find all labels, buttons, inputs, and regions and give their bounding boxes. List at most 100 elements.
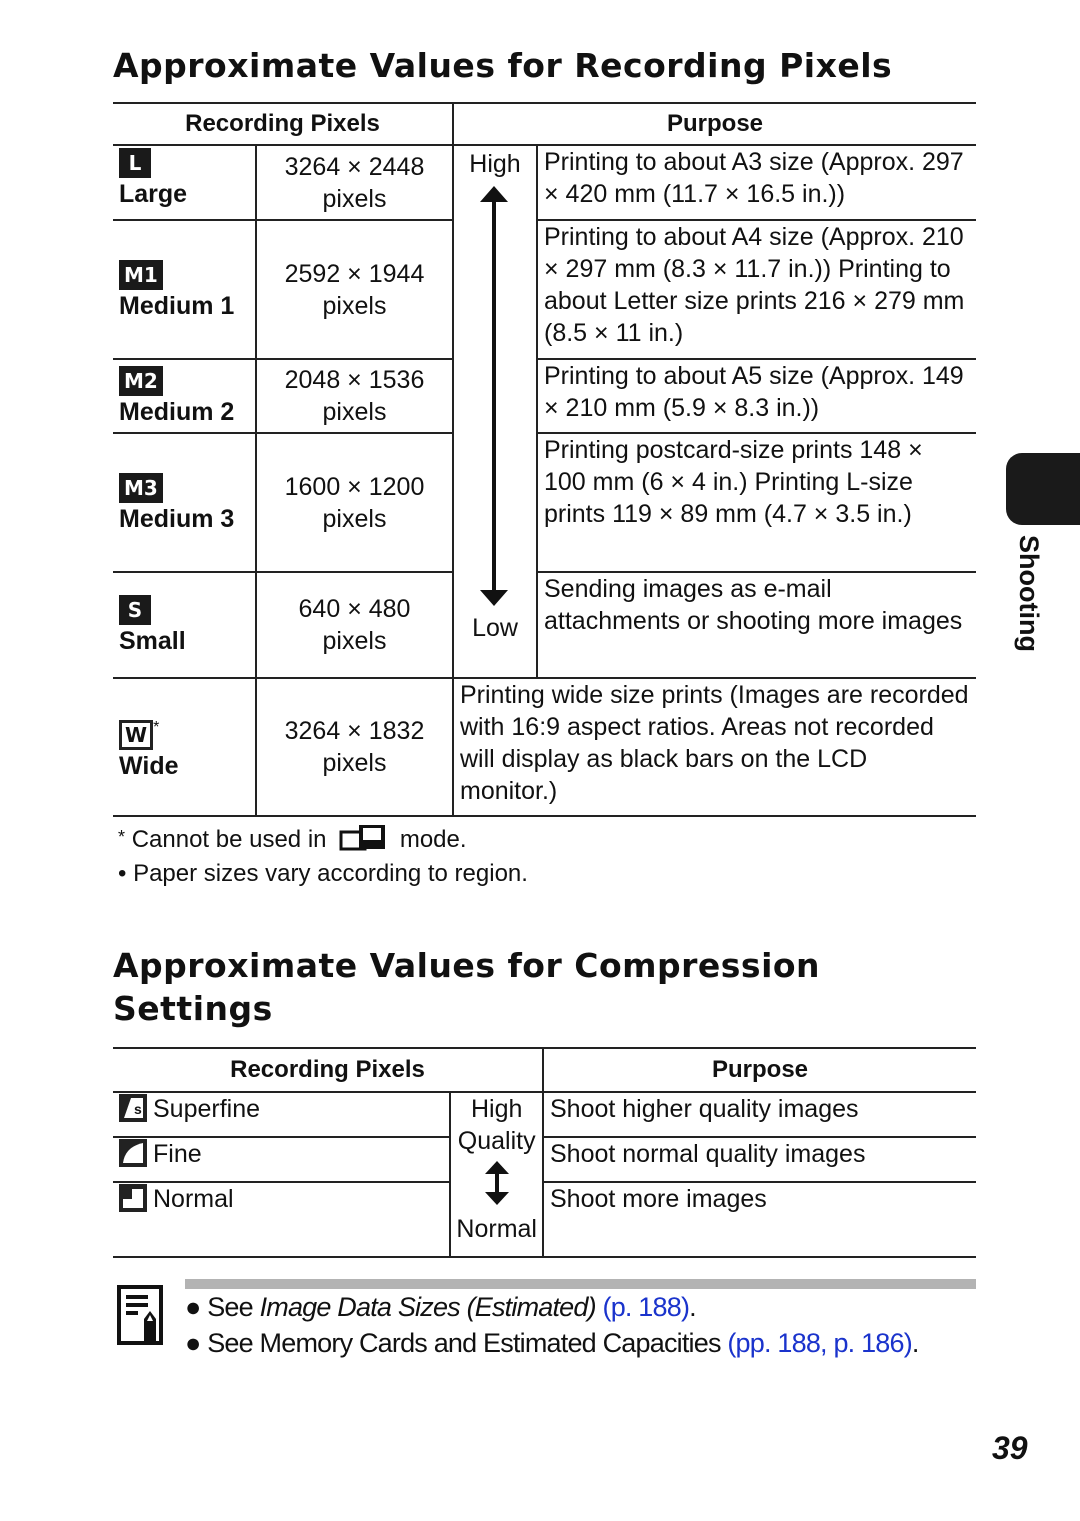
- pixel-unit: pixels: [322, 398, 387, 426]
- medium2-mode-icon: M2: [119, 366, 163, 396]
- compression-cell: s Superfine: [113, 1091, 452, 1138]
- fine-icon: [119, 1139, 147, 1167]
- memo-note-icon: [117, 1285, 163, 1345]
- up-down-arrow-icon: [484, 1161, 509, 1205]
- header-recording-pixels: Recording Pixels: [113, 1047, 544, 1093]
- medium3-mode-icon: M3: [119, 472, 163, 503]
- footnote-cannot-use: * Cannot be used in mode.: [118, 820, 528, 857]
- scale-high-label: High: [470, 1095, 523, 1123]
- pixel-unit: pixels: [322, 504, 387, 533]
- asterisk: *: [153, 719, 160, 737]
- section-title-compression: Approximate Values for Compression Setti…: [113, 946, 821, 1028]
- small-mode-icon: S: [119, 595, 151, 625]
- purpose-cell: Printing to about A3 size (Approx. 297 ×…: [536, 144, 976, 221]
- table-row: M3 Medium 3 1600 × 1200 pixels Printing po…: [113, 432, 976, 573]
- mode-cell: S Small: [113, 571, 257, 679]
- pixel-size: 3264 × 2448: [284, 152, 425, 181]
- mode-cell: W * Wide: [113, 677, 257, 817]
- quality-scale-cell: High Quality Normal: [449, 1091, 544, 1258]
- mode-name: Wide: [119, 751, 179, 780]
- footnote-text: Paper sizes vary according to region.: [133, 860, 528, 887]
- purpose-cell: Shoot higher quality images: [542, 1091, 976, 1138]
- mode-cell: L Large: [113, 144, 257, 221]
- table-row: M1 Medium 1 2592 × 1944 pixels Printing to…: [113, 219, 976, 360]
- link-page-186[interactable]: p. 186): [833, 1328, 912, 1358]
- pixel-unit: pixels: [322, 749, 387, 777]
- memo-text: See: [207, 1292, 260, 1322]
- mode-name: Small: [119, 627, 186, 655]
- purpose-cell: Printing postcard-size prints 148 × 100 …: [536, 432, 976, 573]
- mode-name: Large: [119, 180, 188, 208]
- wide-mode-icon: W: [119, 719, 154, 750]
- purpose-cell: Printing to about A4 size (Approx. 210 ×…: [536, 219, 976, 360]
- mode-cell: M1 Medium 1: [113, 219, 257, 360]
- memo-line-1: ● See Image Data Sizes (Estimated) (p. 1…: [185, 1292, 697, 1322]
- chapter-tab-label: Shooting: [1014, 535, 1044, 652]
- asterisk: *: [118, 827, 126, 847]
- compression-name: Normal: [153, 1185, 234, 1213]
- footnote-paper-sizes: • Paper sizes vary according to region.: [118, 857, 528, 891]
- pixel-unit: pixels: [322, 627, 387, 655]
- purpose-cell: Shoot normal quality images: [542, 1136, 976, 1183]
- footnote-text: Cannot be used in: [131, 826, 327, 853]
- pixel-size: 2048 × 1536: [284, 366, 425, 394]
- header-purpose: Purpose: [452, 102, 976, 146]
- scale-low-label: Low: [472, 614, 518, 642]
- superfine-icon: s: [119, 1094, 147, 1122]
- table-header-row: Recording Pixels Purpose: [113, 102, 976, 146]
- header-recording-pixels: Recording Pixels: [113, 102, 454, 146]
- stitch-assist-mode-icon: [339, 825, 386, 851]
- table-header-row: Recording Pixels Purpose: [113, 1047, 976, 1093]
- purpose-cell: Sending images as e-mail attachments or …: [536, 571, 976, 679]
- normal-icon: [119, 1184, 147, 1212]
- pixels-cell: 640 × 480 pixels: [255, 571, 454, 679]
- recording-pixels-table: Recording Pixels Purpose L Large 3264 × 2…: [113, 102, 976, 817]
- mode-cell: M3 Medium 3: [113, 432, 257, 573]
- compression-cell: Fine: [113, 1136, 452, 1183]
- svg-text:s: s: [134, 1101, 142, 1117]
- table-row: L Large 3264 × 2448 pixels High Low Printi…: [113, 144, 976, 679]
- compression-cell: Normal: [113, 1181, 452, 1258]
- mode-cell: M2 Medium 2: [113, 358, 257, 434]
- link-separator: ,: [820, 1328, 834, 1358]
- table-row: Normal Shoot more images: [113, 1181, 976, 1258]
- chapter-tab[interactable]: [1006, 453, 1080, 525]
- pixels-cell: 2592 × 1944 pixels: [255, 219, 454, 360]
- pixel-unit: pixels: [322, 184, 387, 213]
- memo-box: ● See Image Data Sizes (Estimated) (p. 1…: [185, 1279, 976, 1361]
- footnotes: * Cannot be used in mode. • Paper sizes …: [118, 820, 528, 891]
- mode-name: Medium 3: [119, 504, 235, 533]
- pixels-cell: 1600 × 1200 pixels: [255, 432, 454, 573]
- memo-text: See Memory Cards and Estimated Capacitie…: [207, 1328, 728, 1358]
- mode-name: Medium 2: [119, 398, 235, 426]
- memo-reference-title: Image Data Sizes (Estimated): [259, 1292, 597, 1322]
- purpose-cell: Printing to about A5 size (Approx. 149 ×…: [536, 358, 976, 434]
- header-purpose: Purpose: [542, 1047, 976, 1093]
- pixels-cell: 3264 × 1832 pixels: [255, 677, 454, 817]
- pixel-size: 640 × 480: [298, 595, 411, 623]
- bullet: •: [118, 860, 127, 887]
- quality-scale-cell: High Low: [452, 144, 538, 679]
- memo-line-2: ● See Memory Cards and Estimated Capacit…: [185, 1328, 919, 1358]
- memo-text: .: [689, 1292, 696, 1322]
- pixel-size: 3264 × 1832: [284, 717, 425, 745]
- link-page-188[interactable]: (p. 188): [603, 1292, 690, 1322]
- table-row: S Small 640 × 480 pixels Sending images as…: [113, 571, 976, 679]
- section-title-recording-pixels: Approximate Values for Recording Pixels: [113, 46, 893, 85]
- large-mode-icon: L: [119, 148, 151, 178]
- scale-quality-label: Quality: [457, 1127, 536, 1155]
- table-row: W * Wide 3264 × 1832 pixels Printing wide s…: [113, 677, 976, 817]
- pixel-unit: pixels: [322, 291, 387, 320]
- medium1-mode-icon: M1: [119, 259, 163, 290]
- compression-table: Recording Pixels Purpose s Superfine High…: [113, 1047, 976, 1258]
- scale-high-label: High: [469, 150, 521, 178]
- link-pages-188[interactable]: (pp. 188: [727, 1328, 820, 1358]
- pixels-cell: 2048 × 1536 pixels: [255, 358, 454, 434]
- mode-name: Medium 1: [119, 291, 235, 320]
- pixel-size: 2592 × 1944: [284, 259, 425, 288]
- page-number: 39: [992, 1430, 1028, 1466]
- table-row: Fine Shoot normal quality images: [113, 1136, 976, 1183]
- scale-normal-label: Normal: [456, 1215, 537, 1243]
- purpose-cell: Shoot more images: [542, 1181, 976, 1258]
- pixels-cell: 3264 × 2448 pixels: [255, 144, 454, 221]
